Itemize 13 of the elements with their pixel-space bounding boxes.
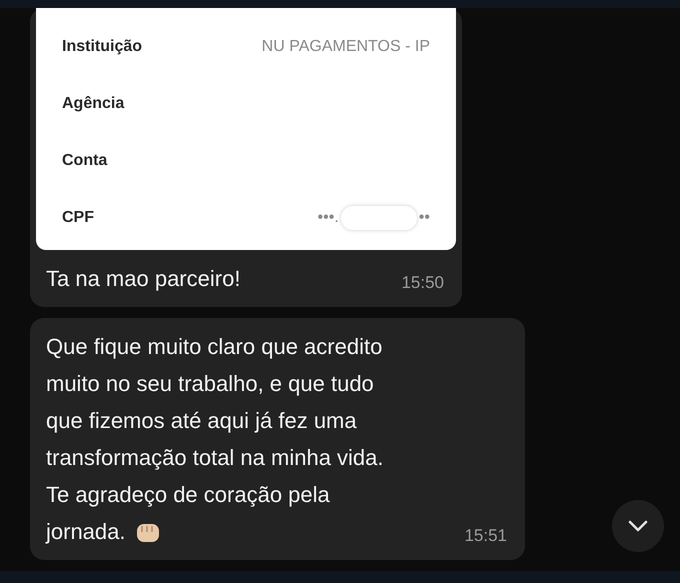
field-value: •• <box>418 208 430 226</box>
message-text: Ta na mao parceiro! <box>46 265 240 293</box>
message-text: jornada. <box>46 518 126 546</box>
chevron-down-icon <box>627 519 649 533</box>
field-value: •••. <box>318 208 339 226</box>
field-label: CPF <box>62 208 94 226</box>
field-label: Instituição <box>62 38 142 56</box>
message-time: 15:50 <box>401 273 444 293</box>
message-time: 15:51 <box>464 526 507 546</box>
field-label: Conta <box>62 152 108 170</box>
field-value: NU PAGAMENTOS - IP <box>262 38 430 56</box>
field-label: Agência <box>62 94 124 112</box>
scroll-down-button[interactable] <box>612 500 664 552</box>
